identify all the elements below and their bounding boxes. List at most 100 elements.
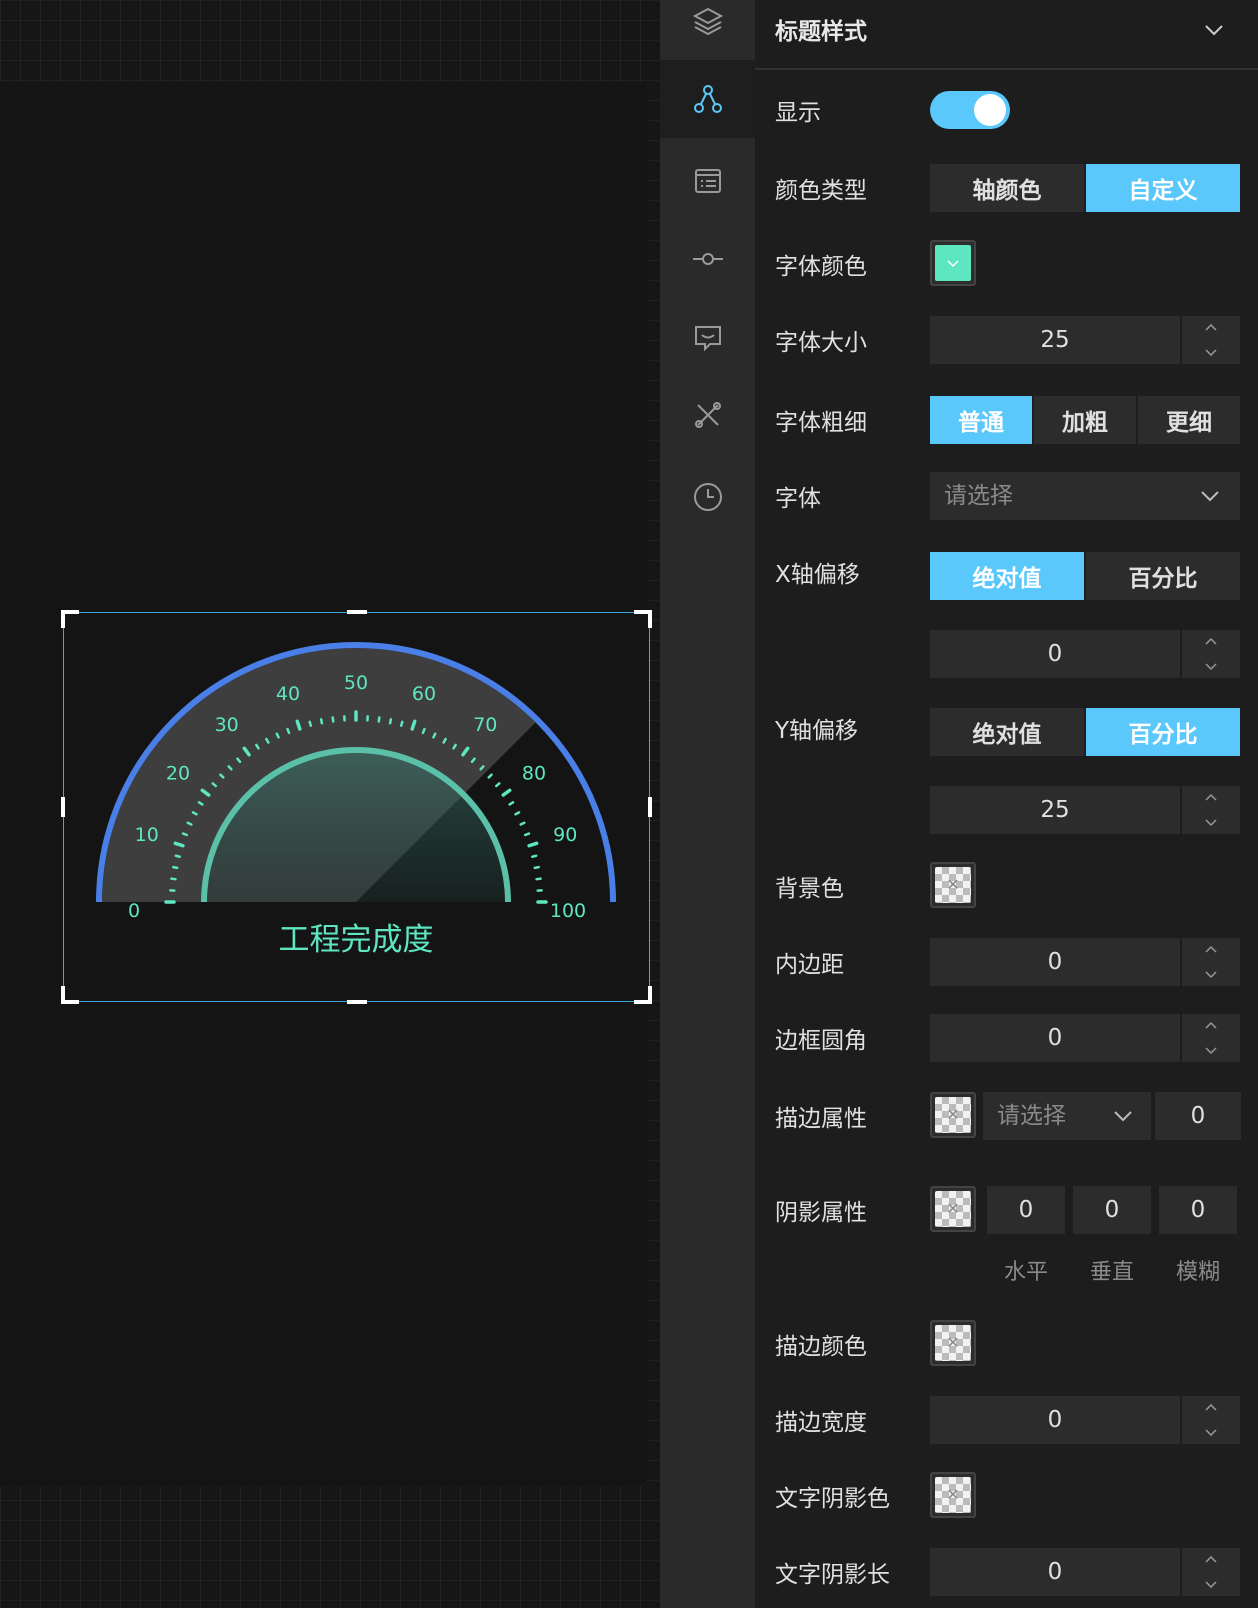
x-offset-input[interactable]: 0 bbox=[930, 630, 1240, 678]
text-shadow-length-stepper[interactable] bbox=[1180, 1548, 1240, 1596]
resize-handle-top-left[interactable] bbox=[61, 610, 79, 628]
color-type-custom-option[interactable]: 自定义 bbox=[1084, 164, 1240, 212]
font-color-label: 字体颜色 bbox=[775, 254, 867, 280]
chevron-up-icon[interactable] bbox=[1204, 635, 1218, 649]
border-radius-label: 边框圆角 bbox=[775, 1028, 867, 1054]
x-offset-stepper[interactable] bbox=[1180, 630, 1240, 678]
stroke-width-stepper[interactable] bbox=[1180, 1396, 1240, 1444]
show-toggle[interactable] bbox=[930, 91, 1010, 129]
font-size-label: 字体大小 bbox=[775, 330, 867, 356]
font-family-label: 字体 bbox=[775, 486, 821, 512]
border-radius-input[interactable]: 0 bbox=[930, 1014, 1240, 1062]
toolbar-history[interactable] bbox=[660, 458, 755, 536]
chevron-down-icon[interactable] bbox=[1200, 16, 1228, 44]
chevron-down-icon[interactable] bbox=[1204, 815, 1218, 829]
chat-icon bbox=[694, 326, 721, 352]
padding-input[interactable]: 0 bbox=[930, 938, 1240, 986]
stroke-color-label: 描边颜色 bbox=[775, 1334, 867, 1360]
color-type-label: 颜色类型 bbox=[775, 178, 867, 204]
chevron-down-icon[interactable] bbox=[1204, 967, 1218, 981]
font-weight-lighter-option[interactable]: 更细 bbox=[1136, 396, 1240, 444]
font-size-input[interactable]: 25 bbox=[930, 316, 1240, 364]
chevron-down-icon[interactable] bbox=[1204, 1425, 1218, 1439]
editor-canvas[interactable]: 0 10 20 30 40 50 60 70 80 90 100 工程完成度 bbox=[0, 0, 660, 1608]
resize-handle-right[interactable] bbox=[648, 797, 652, 817]
text-shadow-length-input[interactable]: 0 bbox=[930, 1548, 1240, 1596]
border-radius-value: 0 bbox=[1047, 1025, 1063, 1051]
stroke-color-swatch[interactable]: ✕ bbox=[930, 1320, 976, 1366]
chevron-down-icon[interactable] bbox=[1204, 1043, 1218, 1057]
chevron-down-icon bbox=[947, 260, 959, 268]
selection-box[interactable] bbox=[61, 610, 652, 1004]
toolbar-chat[interactable] bbox=[660, 298, 755, 376]
section-title: 标题样式 bbox=[775, 19, 867, 45]
shadow-horizontal-input[interactable]: 0 bbox=[987, 1186, 1065, 1234]
shadow-vertical-caption: 垂直 bbox=[1089, 1260, 1134, 1285]
stroke-attr-swatch[interactable]: ✕ bbox=[930, 1092, 976, 1138]
chevron-down-icon[interactable] bbox=[1204, 659, 1218, 673]
font-family-select[interactable]: 请选择 bbox=[930, 472, 1240, 520]
font-size-stepper[interactable] bbox=[1180, 316, 1240, 364]
stroke-style-placeholder: 请选择 bbox=[997, 1103, 1066, 1129]
resize-handle-bottom-right[interactable] bbox=[634, 986, 652, 1004]
show-label: 显示 bbox=[775, 100, 821, 126]
chevron-up-icon[interactable] bbox=[1204, 943, 1218, 957]
chevron-up-icon[interactable] bbox=[1204, 1019, 1218, 1033]
resize-handle-left[interactable] bbox=[61, 797, 65, 817]
stroke-width-mini-input[interactable]: 0 bbox=[1155, 1092, 1241, 1140]
nodes-icon bbox=[693, 85, 722, 113]
background-label: 背景色 bbox=[775, 876, 844, 902]
resize-handle-top-right[interactable] bbox=[634, 610, 652, 628]
color-type-axis-option[interactable]: 轴颜色 bbox=[930, 164, 1084, 212]
section-header[interactable]: 标题样式 bbox=[755, 0, 1258, 70]
shadow-blur-input[interactable]: 0 bbox=[1159, 1186, 1237, 1234]
x-offset-absolute-option[interactable]: 绝对值 bbox=[930, 552, 1084, 600]
border-radius-stepper[interactable] bbox=[1180, 1014, 1240, 1062]
padding-stepper[interactable] bbox=[1180, 938, 1240, 986]
x-offset-segment: 绝对值 百分比 bbox=[930, 552, 1240, 600]
toolbar-tools[interactable] bbox=[660, 376, 755, 454]
font-color-swatch[interactable] bbox=[930, 240, 976, 286]
empty-color-icon: ✕ bbox=[946, 1485, 960, 1504]
shadow-color-swatch[interactable]: ✕ bbox=[930, 1186, 976, 1232]
layers-icon bbox=[692, 7, 723, 36]
toolbar-connector[interactable] bbox=[660, 220, 755, 298]
y-offset-percent-option[interactable]: 百分比 bbox=[1084, 708, 1240, 756]
font-weight-normal-option[interactable]: 普通 bbox=[930, 396, 1032, 444]
chevron-down-icon bbox=[1201, 491, 1219, 502]
toolbar-layers[interactable] bbox=[660, 0, 755, 60]
text-shadow-color-label: 文字阴影色 bbox=[775, 1486, 890, 1512]
shadow-vertical-input[interactable]: 0 bbox=[1073, 1186, 1151, 1234]
properties-panel: 标题样式 显示 颜色类型 轴颜色 自定义 字体颜色 字体大小 25 字体粗细 普… bbox=[755, 0, 1258, 1608]
text-shadow-length-value: 0 bbox=[1047, 1559, 1063, 1585]
toolbar-list[interactable] bbox=[660, 142, 755, 220]
chevron-down-icon[interactable] bbox=[1204, 345, 1218, 359]
chevron-up-icon[interactable] bbox=[1204, 791, 1218, 805]
resize-handle-bottom[interactable] bbox=[346, 1000, 367, 1004]
background-swatch[interactable]: ✕ bbox=[930, 862, 976, 908]
resize-handle-top[interactable] bbox=[346, 610, 367, 614]
empty-color-icon: ✕ bbox=[946, 875, 960, 894]
toolbar-nodes[interactable] bbox=[660, 60, 755, 138]
stroke-style-select[interactable]: 请选择 bbox=[983, 1092, 1151, 1140]
font-weight-bold-option[interactable]: 加粗 bbox=[1032, 396, 1136, 444]
y-offset-input[interactable]: 25 bbox=[930, 786, 1240, 834]
toggle-knob bbox=[974, 94, 1006, 126]
shadow-horizontal-caption: 水平 bbox=[1003, 1260, 1048, 1285]
y-offset-absolute-option[interactable]: 绝对值 bbox=[930, 708, 1084, 756]
x-offset-percent-option[interactable]: 百分比 bbox=[1084, 552, 1240, 600]
stroke-width-label: 描边宽度 bbox=[775, 1410, 867, 1436]
font-weight-label: 字体粗细 bbox=[775, 410, 867, 436]
chevron-up-icon[interactable] bbox=[1204, 1401, 1218, 1415]
y-offset-stepper[interactable] bbox=[1180, 786, 1240, 834]
tools-icon bbox=[694, 402, 721, 428]
y-offset-label: Y轴偏移 bbox=[775, 718, 859, 744]
chevron-up-icon[interactable] bbox=[1204, 321, 1218, 335]
resize-handle-bottom-left[interactable] bbox=[61, 986, 79, 1004]
stroke-width-input[interactable]: 0 bbox=[930, 1396, 1240, 1444]
text-shadow-color-swatch[interactable]: ✕ bbox=[930, 1472, 976, 1518]
chevron-up-icon[interactable] bbox=[1204, 1553, 1218, 1567]
text-shadow-length-label: 文字阴影长 bbox=[775, 1562, 890, 1588]
chevron-down-icon[interactable] bbox=[1204, 1577, 1218, 1591]
clock-icon bbox=[693, 483, 722, 511]
